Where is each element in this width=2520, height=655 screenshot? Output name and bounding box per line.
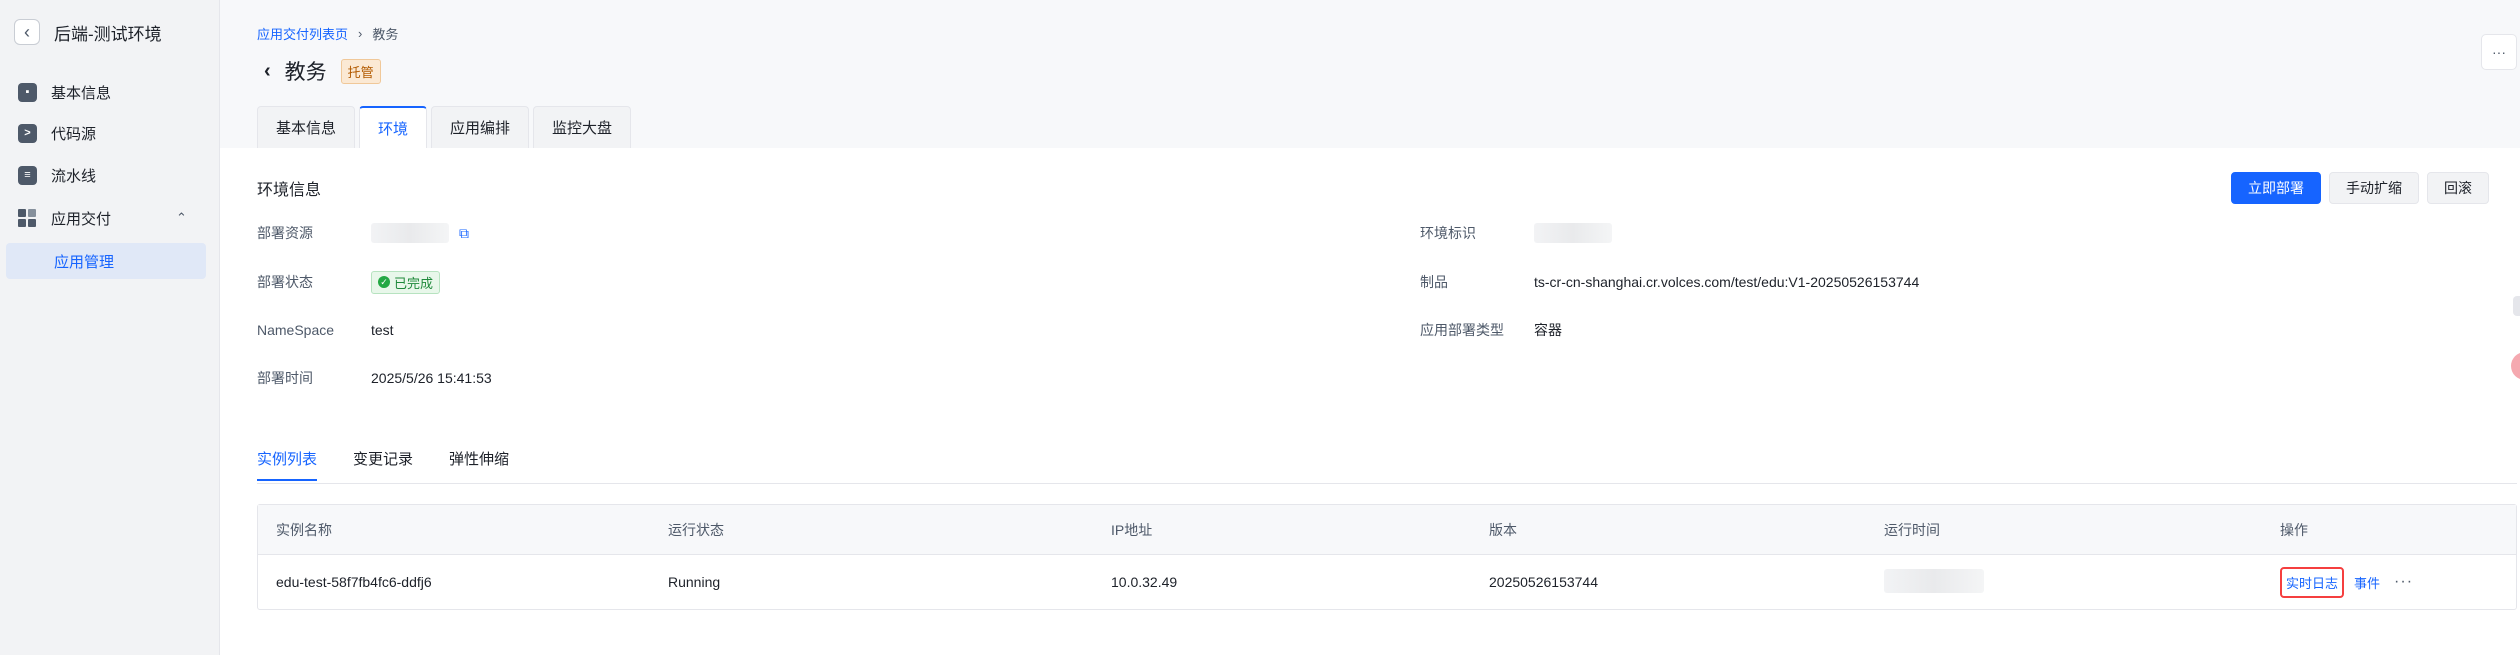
field-label: 部署时间 — [257, 370, 313, 386]
column-header: 运行状态 — [668, 521, 724, 538]
rollback-button[interactable]: 回滚 — [2427, 172, 2489, 204]
field-value: 容器 — [1534, 322, 1562, 338]
breadcrumb-link[interactable]: 应用交付列表页 — [257, 24, 348, 43]
breadcrumb: 应用交付列表页 › 教务 — [257, 24, 398, 43]
more-icon[interactable]: ··· — [2394, 573, 2413, 591]
sidebar-item-app-management[interactable]: 应用管理 — [6, 243, 206, 279]
sidebar-item-label: 基本信息 — [51, 84, 112, 102]
field-value: test — [371, 322, 394, 338]
sidebar-header: ‹ 后端-测试环境 — [14, 19, 162, 45]
pipeline-icon: ≡ — [18, 165, 37, 185]
subtab-autoscaling[interactable]: 弹性伸缩 — [449, 448, 509, 481]
page-title: ‹ 教务 托管 — [264, 56, 381, 86]
divider — [257, 483, 2517, 484]
deploy-now-button[interactable]: 立即部署 — [2231, 172, 2321, 204]
column-header: 版本 — [1489, 521, 1517, 538]
field-namespace: NameSpace test — [257, 319, 394, 341]
code-icon: > — [18, 123, 37, 143]
tab-monitoring[interactable]: 监控大盘 — [533, 106, 632, 148]
sidebar-item-pipeline[interactable]: ≡ 流水线 — [18, 157, 96, 193]
tab-app-orchestration[interactable]: 应用编排 — [431, 106, 530, 148]
chevron-left-icon: ‹ — [24, 21, 30, 42]
realtime-log-link[interactable]: 实时日志 — [2280, 566, 2345, 598]
subtab-bar: 实例列表 变更记录 弹性伸缩 — [257, 448, 509, 481]
redacted-value — [371, 223, 449, 243]
side-handle[interactable] — [2513, 296, 2520, 316]
sidebar-item-label: 代码源 — [51, 125, 97, 143]
sidebar-item-basic-info[interactable]: ▪ 基本信息 — [18, 74, 111, 110]
table-row: edu-test-58f7fb4fc6-ddfj6 Running 10.0.3… — [258, 555, 2516, 609]
back-button[interactable]: ‹ — [14, 19, 40, 45]
section-title: 环境信息 — [257, 182, 322, 199]
field-label: 制品 — [1420, 274, 1448, 290]
column-header: 实例名称 — [276, 521, 332, 538]
field-deploy-type: 应用部署类型 容器 — [1420, 319, 1562, 341]
field-value: 2025/5/26 15:41:53 — [371, 370, 492, 386]
column-header: 运行时间 — [1884, 521, 1940, 538]
status-text: 已完成 — [394, 275, 434, 291]
field-label: 部署状态 — [257, 274, 313, 290]
field-resource: 部署资源 ⧉ — [257, 222, 469, 244]
field-deploy-time: 部署时间 2025/5/26 15:41:53 — [257, 367, 492, 389]
field-label: 部署资源 — [257, 225, 313, 241]
sidebar: ‹ 后端-测试环境 ▪ 基本信息 > 代码源 ≡ 流水线 应用交付 ⌃ 应用管理 — [0, 0, 220, 655]
instance-version: 20250526153744 — [1489, 574, 1599, 590]
events-link[interactable]: 事件 — [2354, 573, 2380, 592]
breadcrumb-current: 教务 — [372, 27, 399, 42]
environment-panel: 环境信息 立即部署 手动扩缩 回滚 部署资源 ⧉ 部署状态 ✓ 已完成 Name… — [220, 148, 2520, 655]
instance-runtime — [1884, 568, 2280, 596]
field-label: 环境标识 — [1420, 225, 1476, 241]
field-status: 部署状态 ✓ 已完成 — [257, 270, 441, 294]
user-card-icon: ▪ — [18, 82, 37, 102]
manual-scale-button[interactable]: 手动扩缩 — [2329, 172, 2419, 204]
action-buttons: 立即部署 手动扩缩 回滚 — [2231, 172, 2489, 204]
redacted-value — [1884, 568, 1984, 593]
instance-status: Running — [668, 574, 721, 590]
column-header: 操作 — [2280, 521, 2308, 538]
row-actions: 实时日志 事件 ··· — [2280, 566, 2516, 598]
field-artifact: 制品 ts-cr-cn-shanghai.cr.volces.com/test/… — [1420, 271, 1919, 293]
sidebar-item-label: 应用交付 — [51, 210, 112, 228]
field-value: ts-cr-cn-shanghai.cr.volces.com/test/edu… — [1534, 274, 1920, 290]
instance-table: 实例名称 运行状态 IP地址 版本 运行时间 操作 edu-test-58f7f… — [257, 504, 2517, 610]
redacted-value — [1534, 223, 1612, 243]
chevron-up-icon[interactable]: ⌃ — [176, 210, 187, 226]
sidebar-item-code-source[interactable]: > 代码源 — [18, 115, 96, 151]
subtab-instance-list[interactable]: 实例列表 — [257, 448, 318, 481]
main-content: 应用交付列表页 › 教务 ‹ 教务 托管 ··· 基本信息 环境 应用编排 监控… — [220, 0, 2520, 655]
subtab-change-log[interactable]: 变更记录 — [353, 448, 413, 481]
tab-environment[interactable]: 环境 — [359, 106, 428, 148]
page-title-text: 教务 — [284, 61, 327, 84]
tab-bar: 基本信息 环境 应用编排 监控大盘 — [257, 106, 632, 148]
grid-icon — [18, 208, 37, 228]
column-header: IP地址 — [1111, 521, 1153, 538]
more-actions-button[interactable]: ··· — [2481, 34, 2517, 70]
sidebar-title: 后端-测试环境 — [54, 24, 162, 44]
external-link-icon[interactable]: ⧉ — [459, 225, 469, 242]
field-env-id: 环境标识 — [1420, 222, 1612, 244]
managed-tag: 托管 — [340, 58, 381, 84]
field-label: NameSpace — [257, 322, 335, 338]
check-circle-icon: ✓ — [378, 276, 390, 288]
chevron-right-icon: › — [358, 26, 363, 41]
table-header: 实例名称 运行状态 IP地址 版本 运行时间 操作 — [258, 505, 2516, 555]
instance-name: edu-test-58f7fb4fc6-ddfj6 — [276, 574, 432, 590]
back-arrow-icon[interactable]: ‹ — [264, 60, 271, 83]
sidebar-item-app-delivery[interactable]: 应用交付 — [18, 200, 111, 236]
status-badge: ✓ 已完成 — [371, 270, 441, 294]
instance-ip: 10.0.32.49 — [1111, 574, 1178, 590]
field-label: 应用部署类型 — [1420, 322, 1504, 338]
tab-basic-info[interactable]: 基本信息 — [257, 106, 356, 148]
sidebar-item-label: 流水线 — [51, 167, 97, 185]
